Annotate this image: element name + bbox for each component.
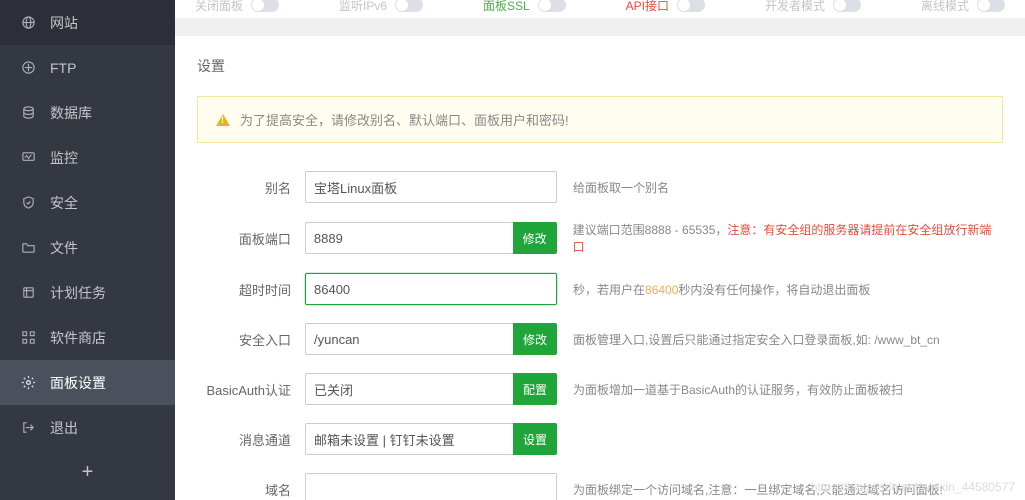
toggle-label: 离线模式	[921, 0, 969, 14]
sidebar-item-settings[interactable]: 面板设置	[0, 360, 175, 405]
sidebar-item-ftp[interactable]: FTP	[0, 45, 175, 90]
label-basicauth: BasicAuth认证	[197, 380, 305, 399]
task-icon	[20, 285, 36, 301]
warning-text: 为了提高安全，请修改别名、默认端口、面板用户和密码!	[240, 110, 569, 129]
sidebar-item-cron[interactable]: 计划任务	[0, 270, 175, 315]
input-message[interactable]	[305, 423, 513, 455]
sidebar-item-files[interactable]: 文件	[0, 225, 175, 270]
toggle-switch[interactable]	[538, 0, 566, 12]
toggle-switch[interactable]	[251, 0, 279, 12]
panel-title: 设置	[197, 56, 1003, 76]
sidebar-item-label: 网站	[50, 13, 78, 33]
port-modify-button[interactable]: 修改	[513, 222, 557, 254]
input-basicauth[interactable]	[305, 373, 513, 405]
sidebar-item-website[interactable]: 网站	[0, 0, 175, 45]
settings-panel: 设置 为了提高安全，请修改别名、默认端口、面板用户和密码! 别名 给面板取一个别…	[175, 36, 1025, 500]
toggle-switch[interactable]	[677, 0, 705, 12]
basicauth-config-button[interactable]: 配置	[513, 373, 557, 405]
ftp-icon	[20, 60, 36, 76]
input-port[interactable]	[305, 222, 513, 254]
sidebar-item-label: 安全	[50, 193, 78, 213]
toggle-switch[interactable]	[833, 0, 861, 12]
input-entry[interactable]	[305, 323, 513, 355]
sidebar-item-label: 面板设置	[50, 373, 106, 393]
folder-icon	[20, 240, 36, 256]
row-timeout: 超时时间 秒，若用户在86400秒内没有任何操作，将自动退出面板	[197, 273, 1003, 305]
label-domain: 域名	[197, 480, 305, 499]
label-timeout: 超时时间	[197, 280, 305, 299]
monitor-icon	[20, 150, 36, 166]
sidebar-item-security[interactable]: 安全	[0, 180, 175, 225]
sidebar-item-software[interactable]: 软件商店	[0, 315, 175, 360]
row-domain: 域名 为面板绑定一个访问域名,注意：一旦绑定域名,只能通过域名访问面板!	[197, 473, 1003, 500]
toggle-switch[interactable]	[977, 0, 1005, 12]
sidebar-item-label: 退出	[50, 418, 78, 438]
sidebar-item-monitor[interactable]: 监控	[0, 135, 175, 180]
sidebar-item-label: 软件商店	[50, 328, 106, 348]
input-domain[interactable]	[305, 473, 557, 500]
top-toggle-bar: 关闭面板 监听IPv6 面板SSL API接口 开发者模式 离线模式	[175, 0, 1025, 18]
database-icon	[20, 105, 36, 121]
row-message: 消息通道 设置	[197, 423, 1003, 455]
toggle-label: API接口	[626, 0, 669, 14]
sidebar-item-database[interactable]: 数据库	[0, 90, 175, 135]
hint-port: 建议端口范围8888 - 65535，注意：有安全组的服务器请提前在安全组放行新…	[573, 221, 1003, 255]
sidebar-item-label: 监控	[50, 148, 78, 168]
hint-domain: 为面板绑定一个访问域名,注意：一旦绑定域名,只能通过域名访问面板!	[573, 481, 943, 498]
label-entry: 安全入口	[197, 330, 305, 349]
globe-icon	[20, 15, 36, 31]
label-port: 面板端口	[197, 229, 305, 248]
sidebar-item-label: 计划任务	[50, 283, 106, 303]
row-port: 面板端口 修改 建议端口范围8888 - 65535，注意：有安全组的服务器请提…	[197, 221, 1003, 255]
hint-timeout: 秒，若用户在86400秒内没有任何操作，将自动退出面板	[573, 281, 870, 298]
toggle-label: 监听IPv6	[339, 0, 387, 14]
input-alias[interactable]	[305, 171, 557, 203]
app-icon	[20, 330, 36, 346]
hint-entry: 面板管理入口,设置后只能通过指定安全入口登录面板,如: /www_bt_cn	[573, 331, 940, 348]
entry-modify-button[interactable]: 修改	[513, 323, 557, 355]
hint-basicauth: 为面板增加一道基于BasicAuth的认证服务，有效防止面板被扫	[573, 381, 903, 398]
hint-alias: 给面板取一个别名	[573, 179, 669, 196]
gear-icon	[20, 375, 36, 391]
toggle-label: 面板SSL	[483, 0, 530, 14]
label-message: 消息通道	[197, 430, 305, 449]
message-set-button[interactable]: 设置	[513, 423, 557, 455]
sidebar-add-button[interactable]: +	[0, 450, 175, 494]
warning-banner: 为了提高安全，请修改别名、默认端口、面板用户和密码!	[197, 96, 1003, 143]
label-alias: 别名	[197, 178, 305, 197]
row-entry: 安全入口 修改 面板管理入口,设置后只能通过指定安全入口登录面板,如: /www…	[197, 323, 1003, 355]
row-alias: 别名 给面板取一个别名	[197, 171, 1003, 203]
toggle-label: 开发者模式	[765, 0, 825, 14]
sidebar-item-label: 文件	[50, 238, 78, 258]
sidebar-item-label: 数据库	[50, 103, 92, 123]
row-basicauth: BasicAuth认证 配置 为面板增加一道基于BasicAuth的认证服务，有…	[197, 373, 1003, 405]
input-timeout[interactable]	[305, 273, 557, 305]
toggle-switch[interactable]	[395, 0, 423, 12]
main-content: 关闭面板 监听IPv6 面板SSL API接口 开发者模式 离线模式 设置 为了…	[175, 0, 1025, 500]
sidebar-item-label: FTP	[50, 60, 76, 76]
toggle-label: 关闭面板	[195, 0, 243, 14]
shield-icon	[20, 195, 36, 211]
sidebar-item-logout[interactable]: 退出	[0, 405, 175, 450]
sidebar: 网站 FTP 数据库 监控 安全	[0, 0, 175, 500]
warning-icon	[216, 114, 230, 126]
logout-icon	[20, 420, 36, 436]
